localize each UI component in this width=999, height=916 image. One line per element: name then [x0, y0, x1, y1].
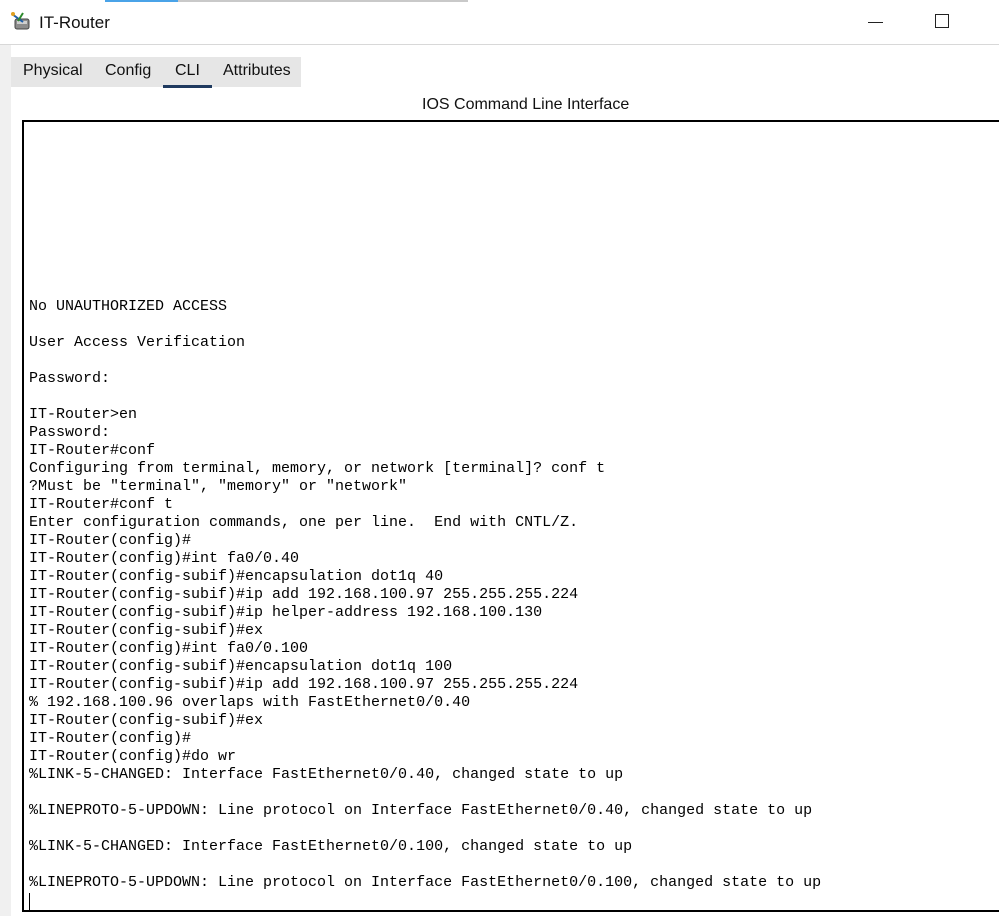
- terminal-line: IT-Router(config-subif)#encapsulation do…: [29, 568, 444, 585]
- terminal-line: Configuring from terminal, memory, or ne…: [29, 460, 606, 477]
- terminal-line: Password:: [29, 424, 111, 441]
- cli-terminal[interactable]: No UNAUTHORIZED ACCESS User Access Verifi…: [22, 120, 999, 912]
- terminal-line: ?Must be "terminal", "memory" or "networ…: [29, 478, 408, 495]
- terminal-line: % 192.168.100.96 overlaps with FastEther…: [29, 694, 471, 711]
- terminal-line: %LINK-5-CHANGED: Interface FastEthernet0…: [29, 766, 624, 783]
- tab-physical[interactable]: Physical: [23, 62, 83, 80]
- terminal-line: IT-Router(config-subif)#encapsulation do…: [29, 658, 453, 675]
- tab-bar: Physical Config CLI Attributes: [11, 57, 301, 88]
- terminal-line: %LINK-5-CHANGED: Interface FastEthernet0…: [29, 838, 633, 855]
- terminal-output: No UNAUTHORIZED ACCESS User Access Verifi…: [29, 298, 821, 892]
- terminal-line: IT-Router(config)#: [29, 532, 192, 549]
- terminal-line: IT-Router(config)#: [29, 730, 192, 747]
- router-device-icon: [9, 10, 35, 34]
- dialog-body: Physical Config CLI Attributes IOS Comma…: [0, 45, 999, 916]
- terminal-line: IT-Router(config-subif)#ip helper-addres…: [29, 604, 543, 621]
- window-title: IT-Router: [39, 13, 110, 32]
- terminal-line: %LINEPROTO-5-UPDOWN: Line protocol on In…: [29, 874, 822, 891]
- cli-heading: IOS Command Line Interface: [422, 96, 630, 113]
- terminal-line: IT-Router>en: [29, 406, 138, 423]
- tab-cli[interactable]: CLI: [163, 62, 212, 88]
- tab-config[interactable]: Config: [105, 62, 151, 80]
- terminal-line: %LINEPROTO-5-UPDOWN: Line protocol on In…: [29, 802, 813, 819]
- terminal-line: No UNAUTHORIZED ACCESS: [29, 298, 228, 315]
- terminal-line: IT-Router(config-subif)#ex: [29, 712, 264, 729]
- terminal-line: Password:: [29, 370, 111, 387]
- terminal-line: IT-Router(config-subif)#ip add 192.168.1…: [29, 586, 579, 603]
- terminal-line: IT-Router(config-subif)#ex: [29, 622, 264, 639]
- terminal-line: Enter configuration commands, one per li…: [29, 514, 579, 531]
- maximize-button[interactable]: [935, 14, 949, 28]
- terminal-line: IT-Router(config)#do wr: [29, 748, 237, 765]
- terminal-line: IT-Router(config)#int fa0/0.40: [29, 550, 300, 567]
- terminal-line: IT-Router#conf: [29, 442, 156, 459]
- tab-attributes[interactable]: Attributes: [223, 62, 291, 80]
- terminal-line: User Access Verification: [29, 334, 246, 351]
- terminal-line: IT-Router(config-subif)#ip add 192.168.1…: [29, 676, 579, 693]
- terminal-line: IT-Router(config)#int fa0/0.100: [29, 640, 309, 657]
- text-cursor: [29, 893, 30, 910]
- terminal-line: IT-Router#conf t: [29, 496, 174, 513]
- minimize-button[interactable]: [866, 10, 886, 34]
- title-bar: IT-Router: [0, 2, 999, 45]
